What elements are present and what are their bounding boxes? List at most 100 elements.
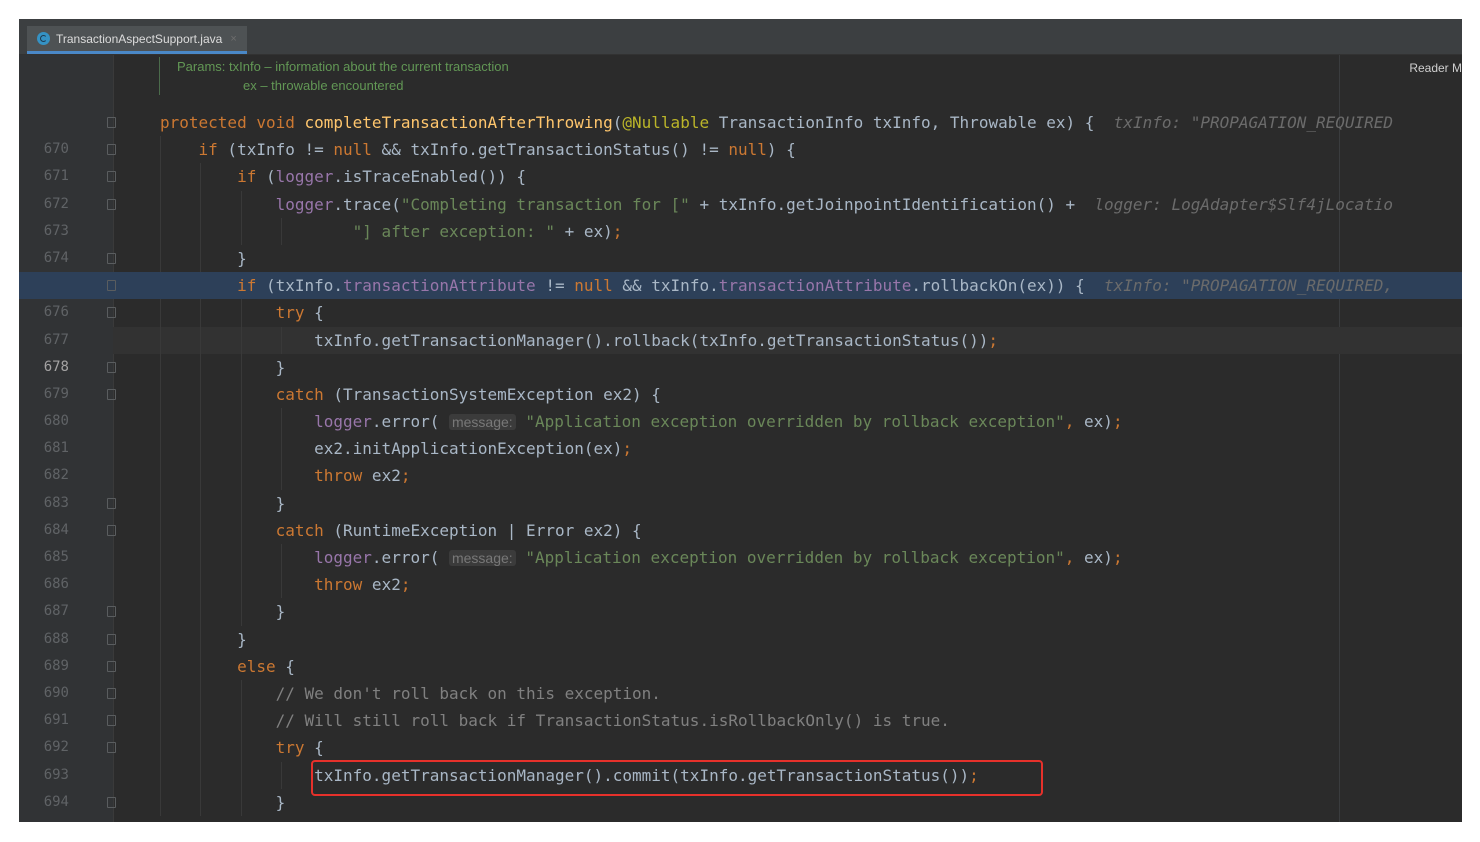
string-literal: "Application exception overridden by rol… [525,412,1065,432]
fold-marker-icon[interactable] [107,144,116,156]
java-class-icon [37,32,50,45]
code-token: TransactionInfo txInfo, Throwable ex) { [709,113,1114,132]
keyword-token: if [198,140,218,160]
code-token: } [275,792,286,812]
code-line: 675 } [19,244,1462,293]
file-tab[interactable]: TransactionAspectSupport.java × [27,26,247,54]
keyword-token: null [728,140,767,160]
code-token: ex2 [362,466,401,486]
code-line: 682 ex2.initApplicationException(ex); [19,435,1462,483]
fold-marker-icon[interactable] [107,687,116,699]
code-token: ex2 [362,575,401,595]
code-line: 671 if (txInfo != null && txInfo.getTran… [19,136,1462,184]
javadoc-params-line: Params: txInfo – information about the c… [177,59,509,74]
keyword-token: throw [314,575,363,595]
fold-marker-icon[interactable] [107,388,116,400]
code-line: 689 } [19,625,1462,674]
fold-marker-icon[interactable] [107,715,116,727]
fold-marker-icon[interactable] [107,117,116,128]
code-line: 672 if (logger.isTraceEnabled()) { [19,163,1462,212]
code-token: + ex) [554,221,613,241]
editor-window: TransactionAspectSupport.java × Params: … [19,19,1462,822]
code-line: 692 // Will still roll back if Transacti… [19,707,1462,755]
semicolon-token: ; [400,575,411,595]
code-line: 688 } [19,598,1462,647]
code-token: && txInfo.getTransactionStatus() != [371,140,729,160]
code-token: ex2.initApplicationException(ex) [314,439,623,459]
field-token: logger [314,412,372,432]
close-tab-icon[interactable]: × [230,33,236,45]
code-token: ( [612,113,623,132]
parameter-hint: message: [448,550,516,566]
semicolon-token: ; [622,439,633,459]
method-declaration: completeTransactionAfterThrowing [304,113,613,132]
code-token: ex) [1074,548,1113,567]
semicolon-token: ; [612,221,623,241]
fold-marker-icon[interactable] [107,497,116,509]
string-literal: "] after exception: " [352,221,555,241]
keyword-token: if [237,276,257,296]
code-token: } [275,602,286,622]
code-line-highlighted: 676 if (txInfo.transactionAttribute != n… [19,272,1462,320]
code-token: } [275,357,286,377]
code-token: != [535,276,575,296]
inline-debug-value: logger: LogAdapter$Slf4jLocatio [1094,194,1394,214]
fold-marker-icon[interactable] [107,171,116,183]
semicolon-token: ; [400,466,411,486]
code-token: .error( [371,412,449,432]
code-token: { [304,303,324,323]
fold-marker-icon[interactable] [107,307,116,319]
fold-marker-icon[interactable] [107,524,116,536]
code-token: { [275,656,295,676]
fold-marker-icon[interactable] [107,361,116,373]
fold-marker-icon[interactable] [107,198,116,210]
code-token: (txInfo. [256,276,344,296]
keyword-token: protected void [160,113,305,132]
semicolon-token: ; [988,330,999,350]
field-token: transactionAttribute [343,276,536,296]
code-token: ( [256,167,276,187]
code-token: ex) [1074,412,1113,432]
fold-marker-icon[interactable] [107,280,116,292]
code-line: 670 protected void completeTransactionAf… [19,109,1462,157]
inline-debug-value: txInfo: "PROPAGATION_REQUIRED [1113,113,1394,132]
fold-marker-icon[interactable] [107,252,116,264]
semicolon-token: ; [1112,548,1123,567]
fold-marker-icon[interactable] [107,742,116,754]
code-line-caret: 678 txInfo.getTransactionManager().rollb… [19,326,1462,375]
code-token: .trace( [333,194,401,214]
keyword-token: try [275,738,305,758]
comment-token: // We don't roll back on this exception. [275,683,661,703]
semicolon-token: ; [1112,412,1123,432]
field-token: logger [275,194,334,214]
fold-marker-icon[interactable] [107,796,116,808]
fold-marker-icon[interactable] [107,633,116,645]
code-line: 685 catch (RuntimeException | Error ex2)… [19,516,1462,565]
fold-marker-icon[interactable] [107,606,116,618]
keyword-token: throw [314,466,363,486]
fold-marker-icon[interactable] [107,660,116,672]
keyword-token: null [574,276,613,296]
code-line: 674 "] after exception: " + ex); [19,217,1462,266]
parameter-hint: message: [448,414,516,431]
code-line: 681 logger.error( message: "Application … [19,408,1462,456]
string-literal: "Application exception overridden by rol… [525,548,1065,567]
code-token: + txInfo.getJoinpointIdentification() + [689,194,1095,214]
code-line: 686 logger.error( message: "Application … [19,544,1462,592]
editor-tab-bar: TransactionAspectSupport.java × [19,19,1462,55]
code-editor[interactable]: 670 protected void completeTransactionAf… [19,109,1462,822]
rendered-javadoc: Params: txInfo – information about the c… [159,57,509,95]
keyword-token: if [237,167,257,187]
code-token: txInfo.getTransactionManager().rollback(… [314,330,989,350]
code-token: (TransactionSystemException ex2) { [323,384,661,404]
line-number: 695 [19,816,69,822]
field-token: logger [275,167,334,187]
code-line: 690 else { [19,652,1462,701]
annotation-token: @Nullable [622,113,710,132]
code-line: 684 } [19,489,1462,538]
code-token: } [237,248,247,268]
inline-debug-value: txInfo: "PROPAGATION_REQUIRED, [1104,276,1394,296]
code-line: 683 throw ex2; [19,462,1462,511]
reader-mode-toggle[interactable]: Reader M [1409,61,1462,75]
file-tab-label: TransactionAspectSupport.java [56,31,223,46]
